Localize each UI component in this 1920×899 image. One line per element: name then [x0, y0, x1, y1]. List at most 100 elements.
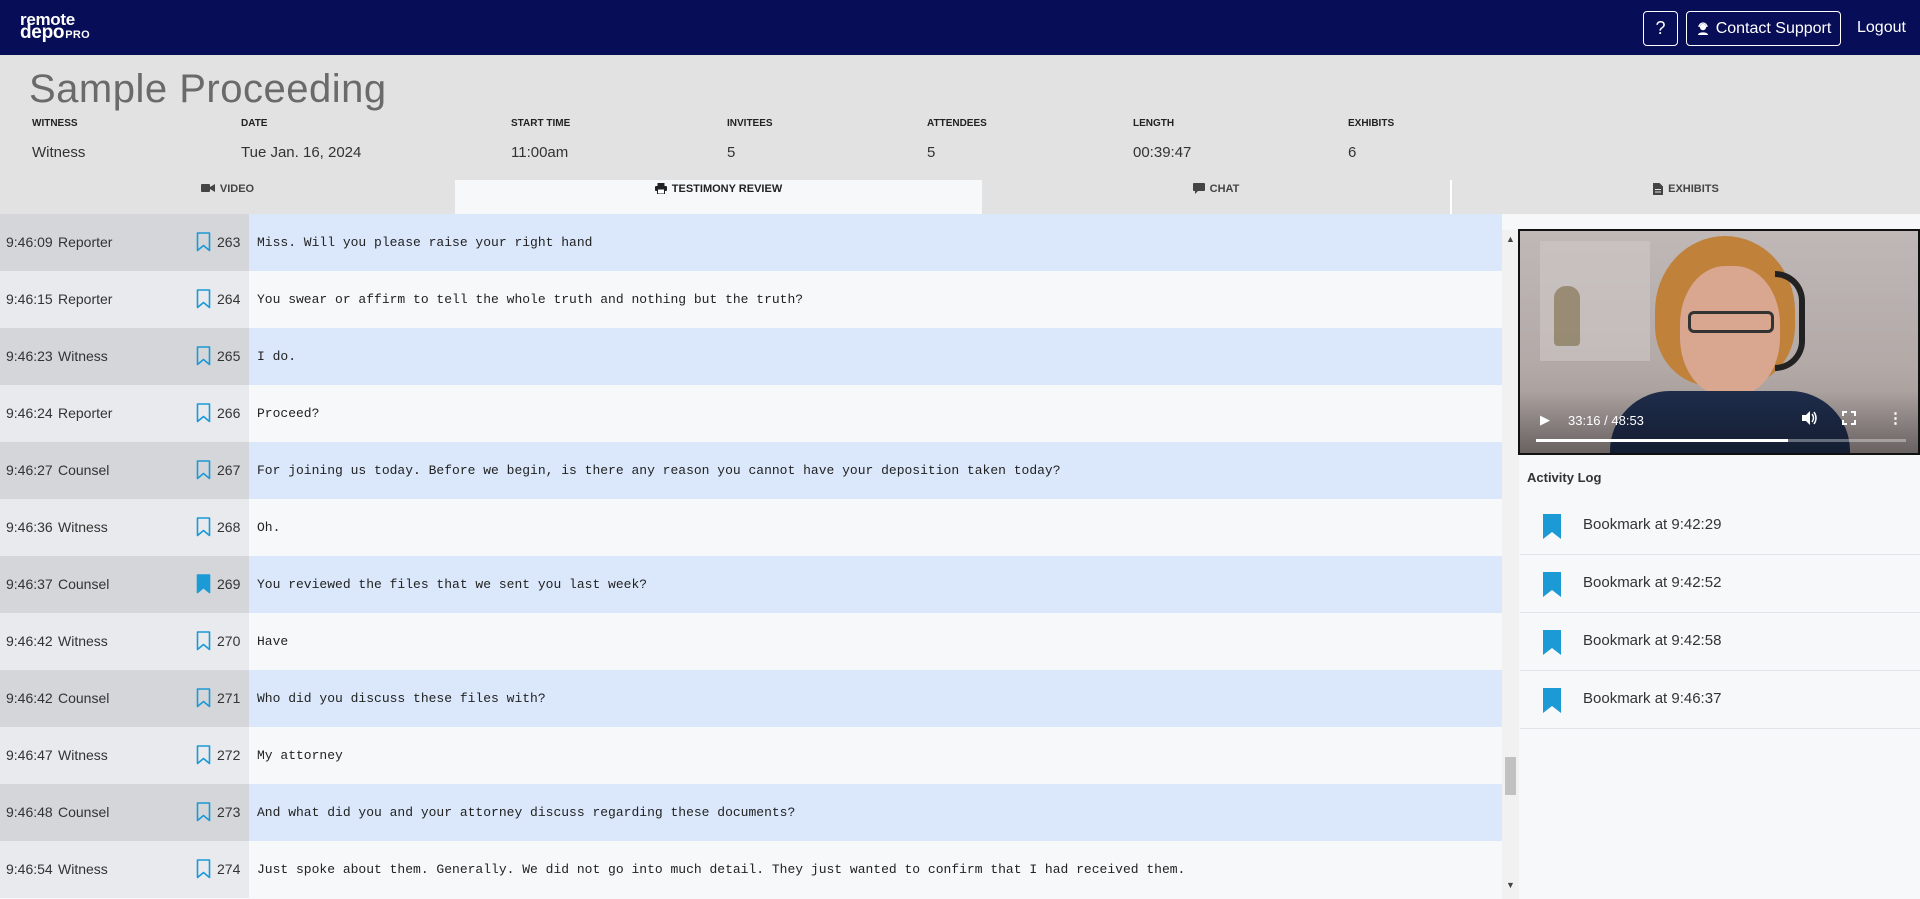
- transcript-row[interactable]: 9:46:42 Witness 270 Have: [0, 613, 1502, 670]
- logout-link[interactable]: Logout: [1857, 19, 1906, 37]
- document-icon: [1653, 183, 1664, 195]
- row-timestamp: 9:46:23: [6, 348, 53, 364]
- scroll-down-arrow-icon[interactable]: ▼: [1506, 880, 1515, 890]
- activity-log-item[interactable]: Bookmark at 9:42:52: [1520, 555, 1920, 613]
- bookmark-icon[interactable]: [196, 403, 211, 423]
- help-button[interactable]: ?: [1643, 11, 1678, 46]
- row-testimony-text: And what did you and your attorney discu…: [257, 805, 796, 820]
- row-timestamp: 9:46:54: [6, 861, 53, 877]
- tab-exhibits[interactable]: EXHIBITS: [1452, 180, 1920, 214]
- row-testimony-text: You swear or affirm to tell the whole tr…: [257, 292, 804, 307]
- transcript-scrollbar[interactable]: [1502, 230, 1519, 899]
- meta-label-length: LENGTH: [1133, 118, 1175, 129]
- row-speaker: Counsel: [58, 690, 110, 706]
- row-timestamp: 9:46:09: [6, 234, 53, 250]
- tab-chat-label: CHAT: [1209, 183, 1240, 195]
- video-time-display: 33:16 / 48:53: [1568, 413, 1644, 428]
- row-speaker: Witness: [58, 747, 108, 763]
- page-title: Sample Proceeding: [29, 67, 387, 111]
- remote-depo-logo[interactable]: remote depoPRO: [20, 11, 90, 42]
- transcript-row[interactable]: 9:46:09 Reporter 263 Miss. Will you please …: [0, 214, 1502, 271]
- row-line-number: 265: [217, 348, 241, 364]
- meta-label-attendees: ATTENDEES: [927, 118, 987, 129]
- transcript-row[interactable]: 9:46:27 Counsel 267 For joining us today. B…: [0, 442, 1502, 499]
- activity-log-item[interactable]: Bookmark at 9:42:29: [1520, 497, 1920, 555]
- video-player[interactable]: ▶ 33:16 / 48:53 ⋮: [1518, 229, 1920, 455]
- tab-chat[interactable]: CHAT: [982, 180, 1450, 214]
- row-line-number: 272: [217, 747, 241, 763]
- transcript-row[interactable]: 9:46:48 Counsel 273 And what did you and yo…: [0, 784, 1502, 841]
- meta-label-witness: WITNESS: [32, 118, 78, 129]
- bookmark-icon[interactable]: [196, 631, 211, 651]
- row-line-number: 274: [217, 861, 241, 877]
- row-testimony-text: Have: [257, 634, 289, 649]
- row-timestamp: 9:46:42: [6, 633, 53, 649]
- bookmark-icon: [1543, 630, 1561, 655]
- play-icon[interactable]: ▶: [1540, 412, 1550, 428]
- bookmark-icon[interactable]: [196, 859, 211, 879]
- activity-log-item[interactable]: Bookmark at 9:46:37: [1520, 671, 1920, 729]
- video-camera-icon: [200, 184, 215, 192]
- meta-value-attendees: 5: [927, 144, 936, 161]
- logo-pro: PRO: [65, 29, 90, 41]
- contact-support-button[interactable]: Contact Support: [1686, 11, 1841, 46]
- bookmark-icon[interactable]: [196, 346, 211, 366]
- bookmark-icon[interactable]: [196, 574, 211, 594]
- activity-log-label: Bookmark at 9:42:58: [1583, 632, 1722, 649]
- meta-label-invitees: INVITEES: [727, 118, 773, 129]
- row-line-number: 270: [217, 633, 241, 649]
- row-timestamp: 9:46:27: [6, 462, 53, 478]
- scroll-up-arrow-icon[interactable]: ▲: [1506, 234, 1515, 244]
- row-speaker: Reporter: [58, 234, 113, 250]
- proceeding-header: Sample Proceeding WITNESS Witness DATE T…: [0, 55, 1920, 180]
- video-progress-track[interactable]: [1536, 439, 1906, 442]
- tab-testimony-review[interactable]: TESTIMONY REVIEW: [455, 180, 982, 214]
- bookmark-icon[interactable]: [196, 802, 211, 822]
- bookmark-icon[interactable]: [196, 517, 211, 537]
- bookmark-icon[interactable]: [196, 289, 211, 309]
- fullscreen-icon[interactable]: [1842, 411, 1856, 428]
- row-timestamp: 9:46:24: [6, 405, 53, 421]
- bookmark-icon[interactable]: [196, 460, 211, 480]
- transcript-row[interactable]: 9:46:23 Witness 265 I do.: [0, 328, 1502, 385]
- activity-log-item[interactable]: Bookmark at 9:42:58: [1520, 613, 1920, 671]
- meta-value-invitees: 5: [727, 144, 736, 161]
- row-timestamp: 9:46:37: [6, 576, 53, 592]
- row-text-area: [249, 613, 1502, 670]
- video-controls: ▶ 33:16 / 48:53 ⋮: [1520, 391, 1918, 453]
- row-timestamp: 9:46:36: [6, 519, 53, 535]
- row-text-area: [249, 727, 1502, 784]
- row-line-number: 263: [217, 234, 241, 250]
- bookmark-icon: [1543, 572, 1561, 597]
- row-speaker: Reporter: [58, 291, 113, 307]
- row-line-number: 266: [217, 405, 241, 421]
- transcript-row[interactable]: 9:46:24 Reporter 266 Proceed?: [0, 385, 1502, 442]
- more-options-icon[interactable]: ⋮: [1888, 409, 1903, 427]
- row-testimony-text: Oh.: [257, 520, 281, 535]
- row-speaker: Counsel: [58, 462, 110, 478]
- video-frame-headset: [1775, 271, 1805, 371]
- volume-icon[interactable]: [1802, 411, 1818, 428]
- transcript-row[interactable]: 9:46:15 Reporter 264 You swear or affirm to…: [0, 271, 1502, 328]
- transcript-row[interactable]: 9:46:54 Witness 274 Just spoke about them. …: [0, 841, 1502, 898]
- transcript-list: 9:46:09 Reporter 263 Miss. Will you please …: [0, 214, 1502, 899]
- transcript-row[interactable]: 9:46:36 Witness 268 Oh.: [0, 499, 1502, 556]
- row-timestamp: 9:46:42: [6, 690, 53, 706]
- transcript-row[interactable]: 9:46:47 Witness 272 My attorney: [0, 727, 1502, 784]
- row-testimony-text: Proceed?: [257, 406, 320, 421]
- row-testimony-text: Just spoke about them. Generally. We did…: [257, 862, 1186, 877]
- bookmark-icon[interactable]: [196, 745, 211, 765]
- row-speaker: Counsel: [58, 576, 110, 592]
- row-timestamp: 9:46:48: [6, 804, 53, 820]
- bookmark-icon[interactable]: [196, 232, 211, 252]
- transcript-row[interactable]: 9:46:37 Counsel 269 You reviewed the files …: [0, 556, 1502, 613]
- bookmark-icon: [1543, 688, 1561, 713]
- bookmark-icon[interactable]: [196, 688, 211, 708]
- tab-video[interactable]: VIDEO: [0, 180, 455, 214]
- contact-support-label: Contact Support: [1715, 19, 1832, 37]
- row-line-number: 267: [217, 462, 241, 478]
- transcript-row[interactable]: 9:46:42 Counsel 271 Who did you discuss the…: [0, 670, 1502, 727]
- row-line-number: 268: [217, 519, 241, 535]
- activity-log-label: Bookmark at 9:42:52: [1583, 574, 1722, 591]
- scrollbar-thumb[interactable]: [1505, 757, 1516, 795]
